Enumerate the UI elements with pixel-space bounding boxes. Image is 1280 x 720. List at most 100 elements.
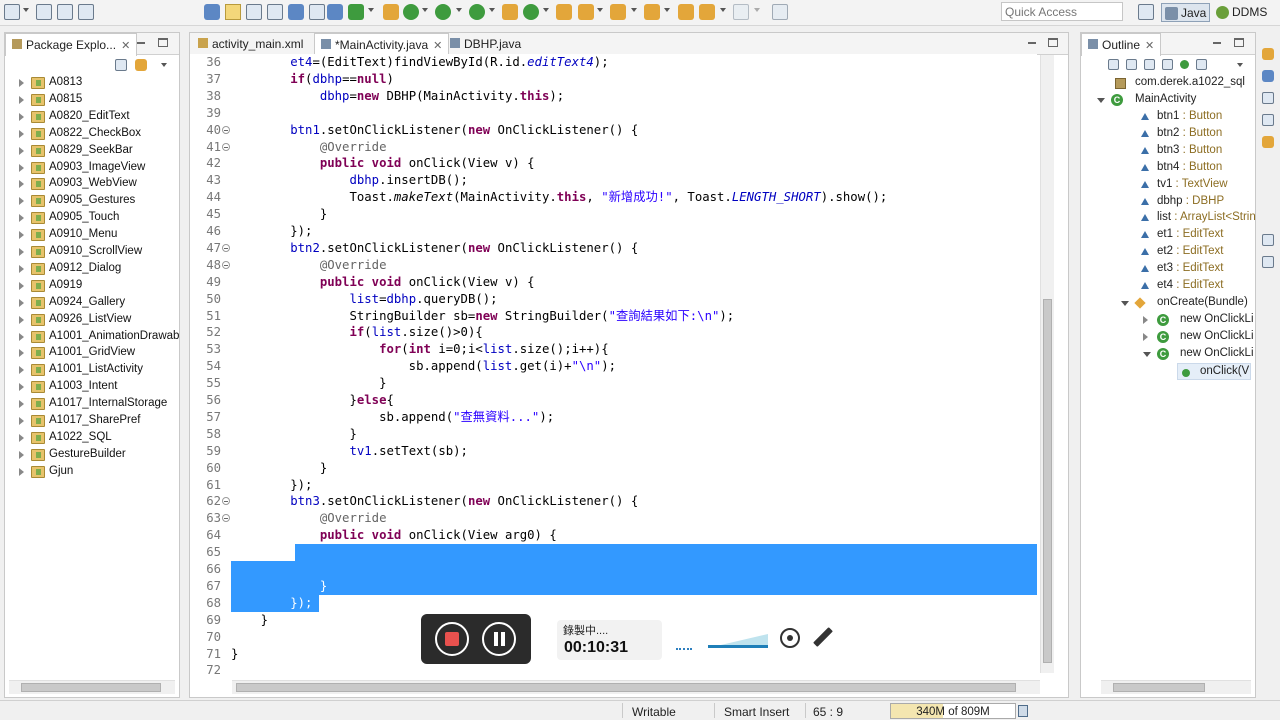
- expand-icon[interactable]: [19, 366, 24, 375]
- tab-outline[interactable]: Outline ✕: [1081, 33, 1162, 56]
- code-line[interactable]: [231, 544, 349, 561]
- expand-icon[interactable]: [19, 450, 24, 459]
- expand-icon[interactable]: [19, 315, 24, 324]
- project-item[interactable]: A1001_GridView: [5, 345, 177, 362]
- expand-icon[interactable]: [19, 349, 24, 358]
- project-item[interactable]: A0903_ImageView: [5, 160, 177, 177]
- code-line[interactable]: public void onClick(View v) {: [231, 274, 535, 291]
- code-line[interactable]: btn2.setOnClickListener(new OnClickListe…: [231, 240, 638, 257]
- code-line[interactable]: btn3.setOnClickListener(new OnClickListe…: [231, 493, 638, 510]
- project-item[interactable]: A1001_ListActivity: [5, 362, 177, 379]
- ddms-perspective-button[interactable]: DDMS: [1213, 3, 1270, 22]
- fold-toggle-icon[interactable]: [222, 260, 230, 269]
- record-pause-button[interactable]: [482, 622, 516, 656]
- volume-slider[interactable]: [708, 634, 768, 650]
- trim-javadoc-icon[interactable]: [1262, 234, 1274, 246]
- code-line[interactable]: public void onClick(View v) {: [231, 155, 535, 172]
- chevron-down-icon[interactable]: [631, 8, 637, 12]
- hide-fields-icon[interactable]: [1144, 59, 1155, 70]
- run-last-tool-icon[interactable]: [469, 4, 485, 20]
- chevron-down-icon[interactable]: [754, 8, 760, 12]
- debug-icon[interactable]: [403, 4, 419, 20]
- block-selection-icon[interactable]: [246, 4, 262, 20]
- trim-declaration-icon[interactable]: [1262, 256, 1274, 268]
- search-icon[interactable]: [578, 4, 594, 20]
- project-item[interactable]: A1017_SharePref: [5, 413, 177, 430]
- last-edit-location-icon[interactable]: [678, 4, 694, 20]
- project-item[interactable]: A1017_InternalStorage: [5, 396, 177, 413]
- project-item[interactable]: A0910_Menu: [5, 227, 177, 244]
- link-with-editor-icon[interactable]: [135, 59, 147, 71]
- fold-toggle-icon[interactable]: [222, 497, 230, 506]
- project-item[interactable]: A1022_SQL: [5, 430, 177, 447]
- new-file-icon[interactable]: [4, 4, 20, 20]
- back-icon[interactable]: [699, 4, 715, 20]
- code-line[interactable]: @Override: [231, 257, 387, 274]
- new-package-icon[interactable]: [502, 4, 518, 20]
- code-line[interactable]: Toast.makeText(MainActivity.this, "新增成功!…: [231, 189, 887, 206]
- code-line[interactable]: tv1.setText(sb);: [231, 443, 467, 460]
- hide-local-types-icon[interactable]: [1196, 59, 1207, 70]
- expand-icon[interactable]: [19, 383, 24, 392]
- code-line[interactable]: btn1.setOnClickListener(new OnClickListe…: [231, 122, 638, 139]
- code-line[interactable]: @Override: [231, 510, 387, 527]
- code-line[interactable]: et4=(EditText)findViewById(R.id.editText…: [231, 54, 608, 71]
- code-line[interactable]: }: [231, 375, 386, 392]
- fold-toggle-icon[interactable]: [222, 243, 230, 252]
- tab-activity-main-xml[interactable]: activity_main.xml: [192, 33, 309, 55]
- code-editor[interactable]: et4=(EditText)findViewById(R.id.editText…: [231, 54, 1037, 679]
- expand-icon[interactable]: [19, 197, 24, 206]
- check-icon[interactable]: [348, 4, 364, 20]
- expand-icon[interactable]: [19, 467, 24, 476]
- expand-icon[interactable]: [19, 298, 24, 307]
- webcam-icon[interactable]: [780, 628, 800, 648]
- project-item[interactable]: A1001_AnimationDrawab: [5, 329, 179, 346]
- view-menu-icon[interactable]: [1237, 63, 1243, 67]
- expand-icon[interactable]: [19, 129, 24, 138]
- android-lint-icon[interactable]: [309, 4, 325, 20]
- expand-icon[interactable]: [1143, 351, 1151, 361]
- hide-non-public-icon[interactable]: [1180, 60, 1189, 69]
- collapse-icon[interactable]: [1121, 300, 1129, 310]
- collapse-icon[interactable]: [1097, 98, 1105, 107]
- java-perspective-button[interactable]: Java: [1161, 3, 1211, 22]
- project-item[interactable]: A0905_Touch: [5, 210, 177, 227]
- project-item[interactable]: A0919: [5, 278, 177, 295]
- project-item[interactable]: A0926_ListView: [5, 312, 177, 329]
- scroll-thumb[interactable]: [1113, 683, 1205, 692]
- view-menu-icon[interactable]: [161, 63, 167, 67]
- scroll-thumb[interactable]: [236, 683, 1016, 692]
- code-line[interactable]: }: [231, 426, 356, 443]
- chevron-down-icon[interactable]: [664, 8, 670, 12]
- project-item[interactable]: GestureBuilder: [5, 447, 177, 464]
- trim-task-list-icon[interactable]: [1262, 48, 1274, 60]
- expand-icon[interactable]: [1143, 315, 1148, 324]
- editor-hscrollbar[interactable]: [232, 680, 1040, 694]
- expand-icon[interactable]: [19, 417, 24, 425]
- expand-icon[interactable]: [19, 332, 24, 341]
- project-item[interactable]: A0815: [5, 92, 177, 109]
- trim-problems-icon[interactable]: [1262, 136, 1274, 148]
- maximize-icon[interactable]: [1234, 38, 1244, 47]
- expand-icon[interactable]: [19, 112, 24, 121]
- maximize-icon[interactable]: [1048, 38, 1058, 47]
- code-line[interactable]: }else{: [231, 392, 393, 409]
- project-item[interactable]: A1003_Intent: [5, 379, 177, 396]
- chevron-down-icon[interactable]: [489, 8, 495, 12]
- sort-icon[interactable]: [1126, 59, 1137, 70]
- quick-access-input[interactable]: Quick Access: [1001, 2, 1123, 21]
- minimize-icon[interactable]: [1026, 37, 1038, 49]
- close-icon[interactable]: ✕: [1145, 40, 1154, 52]
- expand-icon[interactable]: [19, 231, 24, 240]
- mark-occurrences-icon[interactable]: [225, 4, 241, 20]
- project-item[interactable]: A0820_EditText: [5, 109, 177, 126]
- collapse-all-icon[interactable]: [1108, 59, 1119, 70]
- outline-hscrollbar[interactable]: [1101, 680, 1251, 694]
- project-item[interactable]: A0910_ScrollView: [5, 244, 177, 261]
- trash-icon[interactable]: [1018, 705, 1028, 717]
- expand-icon[interactable]: [19, 180, 24, 189]
- package-explorer-hscrollbar[interactable]: [9, 680, 175, 694]
- heap-status[interactable]: 340M of 809M: [890, 703, 1016, 719]
- project-item[interactable]: A0924_Gallery: [5, 295, 177, 312]
- code-line[interactable]: if(dbhp==null): [231, 71, 394, 88]
